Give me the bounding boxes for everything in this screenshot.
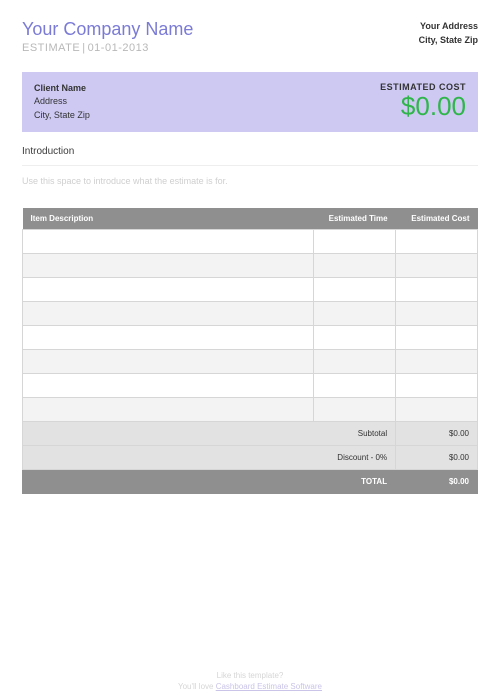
footer-link[interactable]: Cashboard Estimate Software [216,682,322,691]
estimated-cost-block: ESTIMATED COST $0.00 [380,82,466,121]
table-cell [314,350,396,374]
table-cell [396,254,478,278]
intro-heading: Introduction [22,146,478,157]
table-cell [396,350,478,374]
document-header: Your Company Name ESTIMATE|01-01-2013 Yo… [22,20,478,54]
table-header-row: Item Description Estimated Time Estimate… [23,208,478,230]
your-address-line2: City, State Zip [419,34,478,48]
table-row [23,398,478,422]
table-cell [314,254,396,278]
total-row: TOTAL $0.00 [23,470,478,494]
table-cell [314,374,396,398]
table-cell [314,326,396,350]
client-address-line2: City, State Zip [34,109,90,123]
total-label: TOTAL [23,470,396,494]
table-cell [396,230,478,254]
estimate-line: ESTIMATE|01-01-2013 [22,42,193,54]
intro-divider [22,165,478,166]
table-cell [23,398,314,422]
subtotal-row: Subtotal $0.00 [23,422,478,446]
table-cell [23,302,314,326]
client-info: Client Name Address City, State Zip [34,82,90,123]
items-table: Item Description Estimated Time Estimate… [22,208,478,494]
table-cell [23,254,314,278]
footer: Like this template? You'll love Cashboar… [0,670,500,692]
table-cell [396,326,478,350]
table-cell [23,230,314,254]
table-cell [314,398,396,422]
estimate-date: 01-01-2013 [88,42,149,54]
discount-label: Discount - 0% [23,446,396,470]
estimate-label: ESTIMATE [22,42,80,54]
table-cell [23,278,314,302]
subtotal-label: Subtotal [23,422,396,446]
estimated-cost-value: $0.00 [380,92,466,121]
company-name: Your Company Name [22,20,193,40]
company-block: Your Company Name ESTIMATE|01-01-2013 [22,20,193,54]
table-row [23,254,478,278]
your-address-line1: Your Address [419,20,478,34]
table-row [23,302,478,326]
col-header-cost: Estimated Cost [396,208,478,230]
your-address-block: Your Address City, State Zip [419,20,478,47]
subtotal-value: $0.00 [396,422,478,446]
table-cell [314,230,396,254]
table-row [23,230,478,254]
table-cell [314,278,396,302]
client-name: Client Name [34,82,90,96]
col-header-description: Item Description [23,208,314,230]
intro-placeholder: Use this space to introduce what the est… [22,176,478,186]
table-cell [23,350,314,374]
table-cell [314,302,396,326]
table-cell [396,374,478,398]
col-header-time: Estimated Time [314,208,396,230]
discount-row: Discount - 0% $0.00 [23,446,478,470]
table-row [23,326,478,350]
table-cell [396,398,478,422]
table-row [23,374,478,398]
table-cell [23,326,314,350]
table-cell [396,302,478,326]
footer-line2: You'll love Cashboard Estimate Software [0,681,500,692]
footer-prefix: You'll love [178,682,216,691]
table-cell [23,374,314,398]
client-box: Client Name Address City, State Zip ESTI… [22,72,478,133]
table-cell [396,278,478,302]
table-row [23,350,478,374]
client-address-line1: Address [34,95,90,109]
footer-line1: Like this template? [0,670,500,681]
total-value: $0.00 [396,470,478,494]
table-row [23,278,478,302]
discount-value: $0.00 [396,446,478,470]
